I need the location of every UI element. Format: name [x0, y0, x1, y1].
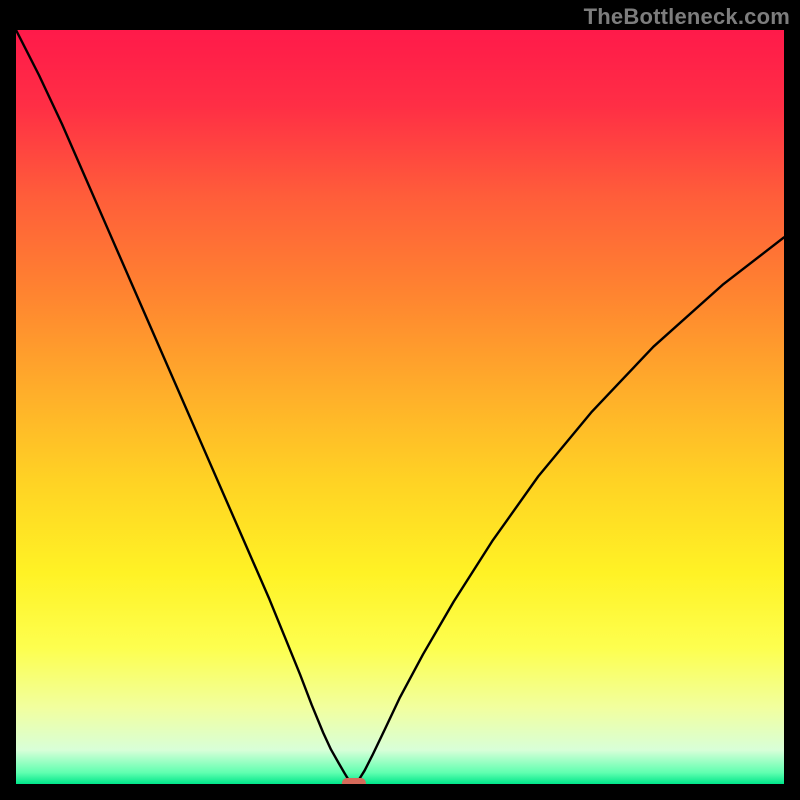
optimal-marker	[342, 778, 366, 784]
chart-frame: TheBottleneck.com	[0, 0, 800, 800]
plot-svg	[16, 30, 784, 784]
watermark-text: TheBottleneck.com	[584, 4, 790, 30]
plot-area	[16, 30, 784, 784]
gradient-background	[16, 30, 784, 784]
